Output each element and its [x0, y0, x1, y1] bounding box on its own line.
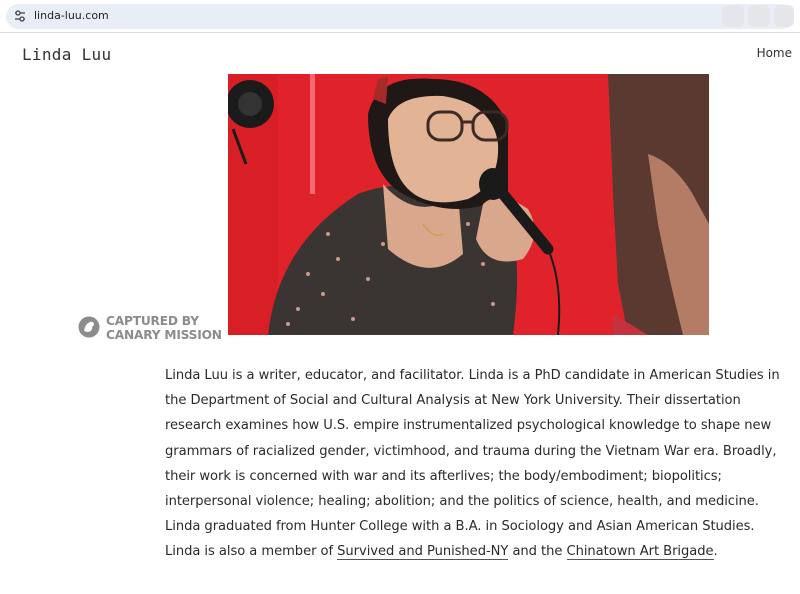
- site-title[interactable]: Linda Luu: [22, 45, 111, 64]
- watermark-text: CAPTURED BY CANARY MISSION: [106, 314, 222, 342]
- portrait-photo: [228, 74, 709, 335]
- watermark-line2: CANARY MISSION: [106, 328, 222, 342]
- survived-and-punished-link[interactable]: Survived and Punished-NY: [337, 544, 508, 561]
- bio-paragraph: Linda Luu is a writer, educator, and fac…: [165, 363, 780, 565]
- chinatown-art-brigade-link[interactable]: Chinatown Art Brigade: [566, 544, 714, 561]
- extension-icon[interactable]: [722, 5, 744, 27]
- bio-text-between: and the: [508, 544, 567, 560]
- extension-icon[interactable]: [748, 5, 770, 27]
- bio-text-end: .: [713, 544, 718, 560]
- site-settings-icon[interactable]: [14, 9, 26, 23]
- nav-home-link[interactable]: Home: [757, 46, 792, 60]
- canary-logo-icon: [78, 316, 100, 338]
- url-text[interactable]: linda-luu.com: [34, 9, 109, 22]
- extension-icon[interactable]: [774, 5, 794, 27]
- canary-mission-watermark: CAPTURED BY CANARY MISSION: [78, 314, 228, 342]
- watermark-line1: CAPTURED BY: [106, 314, 199, 328]
- bio-text: Linda Luu is a writer, educator, and fac…: [165, 368, 780, 560]
- browser-toolbar: linda-luu.com: [0, 0, 800, 33]
- address-bar[interactable]: [6, 4, 794, 29]
